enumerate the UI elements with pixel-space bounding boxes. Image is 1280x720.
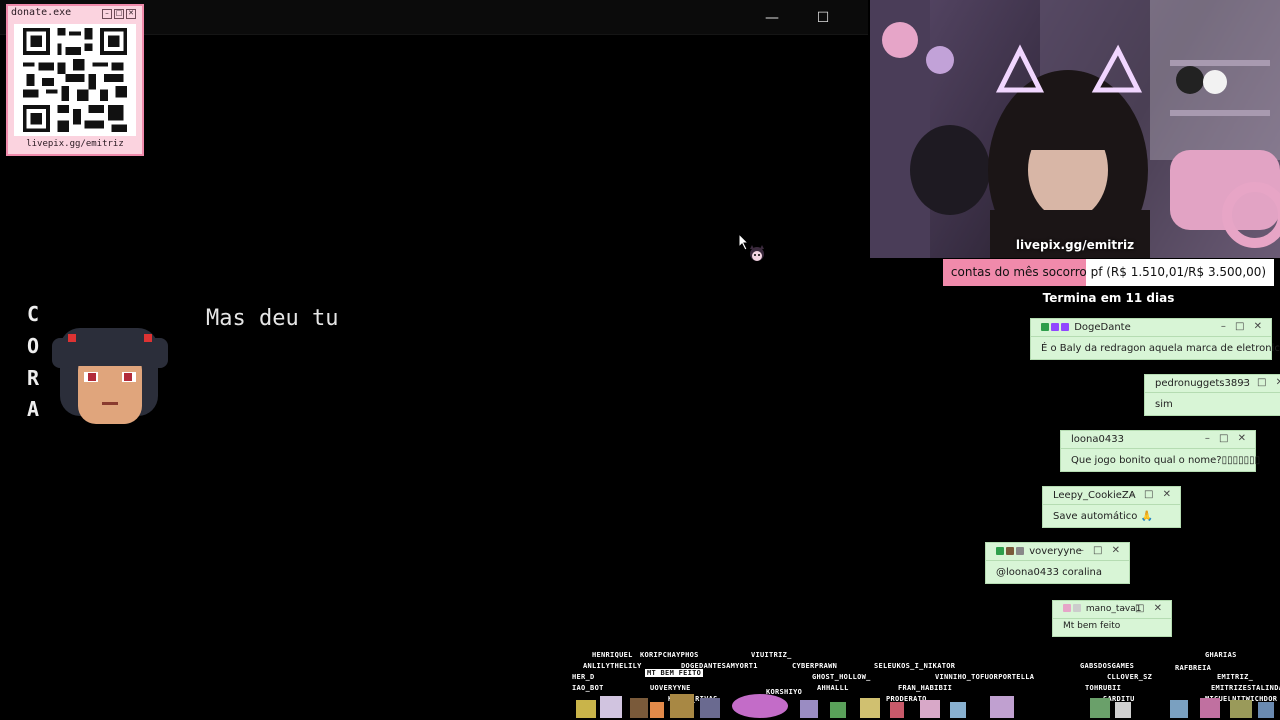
webcam-feed: livepix.gg/emitriz	[870, 0, 1280, 258]
sprite-name: CLLOVER_SZ	[1107, 673, 1153, 681]
chat-window-controls: – □ ✕	[1078, 545, 1123, 556]
maximize-icon: ☐	[816, 10, 830, 26]
sprite-name: HER_D	[572, 673, 595, 681]
minimize-button[interactable]: —	[754, 6, 790, 30]
donate-minimize-button: –	[102, 9, 112, 19]
chat-window-controls: – □ ✕	[1204, 433, 1249, 444]
sprite-speech-bubble: MT BEM FEITO	[645, 669, 704, 677]
goal-deadline: Termina em 11 dias	[1042, 291, 1175, 305]
chat-message: loona0433 – □ ✕ Que jogo bonito qual o n…	[1060, 430, 1260, 472]
chat-message-text: Mt bem feito	[1063, 621, 1121, 631]
badge-icon	[1061, 323, 1069, 331]
chat-message: mano_tava1 – □ ✕ Mt bem feito	[1052, 600, 1172, 637]
speaker-letter: R	[26, 366, 40, 390]
badge-icon	[1041, 323, 1049, 331]
chat-username: voveryyne	[1029, 546, 1082, 557]
character-portrait	[52, 328, 168, 424]
speaker-letter: A	[26, 397, 40, 421]
dialogue-text: Mas deu tu	[206, 306, 339, 331]
donate-close-button: ✕	[126, 9, 136, 19]
speaker-letter: C	[26, 302, 40, 326]
chat-message-text: Save automático 🙏	[1053, 511, 1154, 522]
sprite-name: SELEUKOS_I_NIKATOR	[874, 662, 956, 670]
donate-maximize-button: □	[114, 9, 124, 19]
chat-window-controls: – □ ✕	[1129, 489, 1174, 500]
sprite-name: RAFBREIA	[1175, 664, 1212, 672]
badge-icon	[1006, 547, 1014, 555]
webcam-caption: livepix.gg/emitriz	[1015, 238, 1135, 252]
chat-username: DogeDante	[1074, 322, 1131, 333]
sprite-name: HENRIQUEL	[592, 651, 633, 659]
badge-icon	[1063, 604, 1071, 612]
chat-message-text: É o Baly da redragon aquela marca de ele…	[1041, 343, 1280, 354]
sprite-name: GHARIAS	[1205, 651, 1237, 659]
badge-icon	[996, 547, 1004, 555]
chat-message-text: @loona0433 coralina	[996, 567, 1102, 578]
chat-window-controls: – □ ✕	[1220, 321, 1265, 332]
sprite-name: KORIPCHAYPHOS	[640, 651, 699, 659]
chat-username: Leepy_CookieZA	[1053, 490, 1136, 501]
qr-code	[14, 24, 136, 136]
webcam-image	[870, 0, 1280, 258]
chat-message-text: Que jogo bonito qual o nome?▯▯▯▯▯▯▯	[1071, 455, 1261, 466]
donation-goal-bar: contas do mês socorro pf (R$ 1.510,01/R$…	[943, 259, 1274, 286]
chat-window-controls: – □ ✕	[1120, 603, 1165, 614]
chat-window-controls: – □ ✕	[1242, 377, 1280, 388]
chat-message: voveryyne – □ ✕ @loona0433 coralina	[985, 542, 1130, 584]
sprite-name: GHOST_HOLLOW_	[812, 673, 871, 681]
sprite-name: EMITRIZ_	[1217, 673, 1254, 681]
speaker-letter: O	[26, 334, 40, 358]
sprite-name: ANLILYTHELILY	[583, 662, 642, 670]
sprite-name: VIUITRIZ_	[751, 651, 792, 659]
badge-icon	[1016, 547, 1024, 555]
chat-message-text: sim	[1155, 399, 1173, 410]
badge-icon	[1073, 604, 1081, 612]
sprite-name: CYBERPRAWN	[792, 662, 838, 670]
chat-username: pedronuggets3893	[1155, 378, 1250, 389]
donate-url[interactable]: livepix.gg/emitriz	[8, 139, 142, 149]
badge-icon	[1051, 323, 1059, 331]
maximize-button[interactable]: ☐	[805, 6, 841, 30]
goal-text: contas do mês socorro pf (R$ 1.510,01/R$…	[950, 265, 1267, 279]
donate-widget: donate.exe – □ ✕ livepix.gg/emitriz	[6, 4, 144, 156]
pokemon-sprites	[576, 694, 1274, 718]
chat-message: Leepy_CookieZA – □ ✕ Save automático 🙏	[1042, 486, 1181, 528]
sprite-name: VINNIHO_TOFUORPORTELLA	[935, 673, 1035, 681]
minimize-icon: —	[765, 10, 779, 26]
donate-title: donate.exe	[11, 7, 72, 18]
chat-username: loona0433	[1071, 434, 1124, 445]
mouse-cursor-icon	[738, 233, 764, 261]
chat-message: pedronuggets3893 – □ ✕ sim	[1144, 374, 1280, 416]
chat-message: DogeDante – □ ✕ É o Baly da redragon aqu…	[1030, 318, 1280, 360]
sprite-name: GABSDOSGAMES	[1080, 662, 1135, 670]
